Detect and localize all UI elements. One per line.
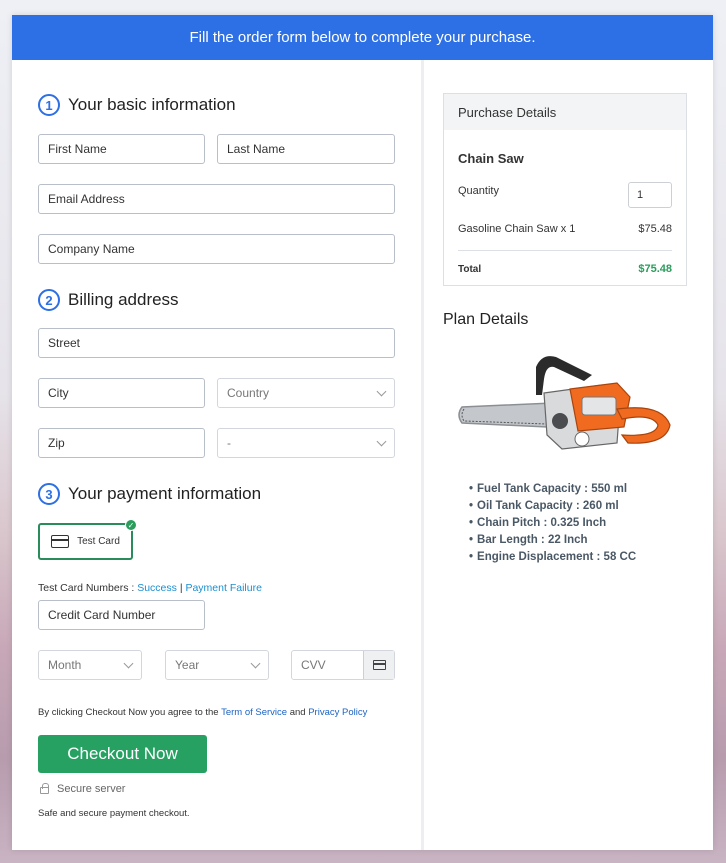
- test-card-numbers: Test Card Numbers : Success | Payment Fa…: [38, 582, 262, 594]
- quantity-input[interactable]: 1: [628, 182, 672, 208]
- city-input[interactable]: City: [38, 378, 205, 408]
- secure-server: Secure server: [40, 783, 125, 795]
- step-number: 3: [38, 483, 60, 505]
- section-billing-title: 2 Billing address: [38, 289, 179, 311]
- plan-details-heading: Plan Details: [443, 311, 529, 328]
- year-select-value: Year: [175, 658, 200, 672]
- step-number: 1: [38, 94, 60, 116]
- month-select-value: Month: [48, 658, 82, 672]
- order-form-page: Fill the order form below to complete yo…: [12, 15, 713, 850]
- lock-icon: [40, 783, 49, 794]
- section-title-text: Billing address: [68, 290, 179, 309]
- test-card-label: Test Card: [77, 536, 120, 547]
- secure-note: Safe and secure payment checkout.: [38, 808, 190, 819]
- street-input[interactable]: Street: [38, 328, 395, 358]
- country-select-value: Country: [227, 386, 270, 400]
- chevron-down-icon: [250, 658, 261, 668]
- link-separator: |: [179, 582, 183, 594]
- company-input[interactable]: Company Name: [38, 234, 395, 264]
- line-item-name: Gasoline Chain Saw x 1: [458, 223, 576, 235]
- product-name: Chain Saw: [458, 151, 672, 166]
- card-icon: [363, 651, 394, 679]
- total-label: Total: [458, 263, 482, 275]
- line-item-price: $75.48: [638, 223, 672, 235]
- line-item-row: Gasoline Chain Saw x 1 $75.48: [458, 223, 672, 235]
- total-value: $75.48: [638, 263, 672, 275]
- cvv-input[interactable]: CVV: [291, 650, 395, 680]
- test-card-option[interactable]: Test Card ✓: [38, 519, 137, 560]
- state-select[interactable]: -: [217, 428, 395, 458]
- year-select[interactable]: Year: [165, 650, 269, 680]
- spec-item: Chain Pitch : 0.325 Inch: [469, 515, 636, 532]
- test-card-numbers-label: Test Card Numbers :: [38, 582, 135, 594]
- terms-of-service-link[interactable]: Term of Service: [221, 707, 287, 718]
- purchase-details-heading: Purchase Details: [444, 94, 686, 130]
- step-number: 2: [38, 289, 60, 311]
- total-row: Total $75.48: [458, 263, 672, 275]
- quantity-label: Quantity: [458, 185, 499, 197]
- checkout-button[interactable]: Checkout Now: [38, 735, 207, 773]
- summary-column: Purchase Details Chain Saw Quantity 1 Ga…: [424, 60, 713, 850]
- chevron-down-icon: [123, 658, 134, 668]
- purchase-details-box: Purchase Details Chain Saw Quantity 1 Ga…: [443, 93, 687, 286]
- chainsaw-image: [458, 356, 671, 450]
- banner: Fill the order form below to complete yo…: [12, 15, 713, 60]
- zip-input[interactable]: Zip: [38, 428, 205, 458]
- month-select[interactable]: Month: [38, 650, 142, 680]
- plan-specs-list: Fuel Tank Capacity : 550 ml Oil Tank Cap…: [469, 481, 636, 566]
- chevron-down-icon: [376, 386, 387, 396]
- payment-failure-link[interactable]: Payment Failure: [185, 582, 261, 594]
- section-basic-info-title: 1 Your basic information: [38, 94, 236, 116]
- card-icon: [51, 535, 70, 548]
- cvv-placeholder: CVV: [301, 658, 326, 672]
- spec-item: Fuel Tank Capacity : 550 ml: [469, 481, 636, 498]
- secure-server-label: Secure server: [57, 783, 126, 795]
- email-input[interactable]: Email Address: [38, 184, 395, 214]
- card-number-input[interactable]: Credit Card Number: [38, 600, 205, 630]
- spec-item: Engine Displacement : 58 CC: [469, 549, 636, 566]
- quantity-row: Quantity 1: [458, 182, 672, 208]
- terms-and: and: [289, 707, 306, 718]
- country-select[interactable]: Country: [217, 378, 395, 408]
- first-name-input[interactable]: First Name: [38, 134, 205, 164]
- state-select-value: -: [227, 436, 231, 450]
- chevron-down-icon: [376, 436, 387, 446]
- summary-divider: [458, 250, 672, 251]
- check-icon: ✓: [125, 519, 137, 531]
- form-column: 1 Your basic information First Name Last…: [12, 60, 421, 850]
- section-payment-title: 3 Your payment information: [38, 483, 261, 505]
- section-title-text: Your basic information: [68, 95, 236, 114]
- terms-prefix: By clicking Checkout Now you agree to th…: [38, 707, 219, 718]
- last-name-input[interactable]: Last Name: [217, 134, 395, 164]
- spec-item: Oil Tank Capacity : 260 ml: [469, 498, 636, 515]
- section-title-text: Your payment information: [68, 484, 262, 503]
- product-name-text: Chain Saw: [458, 151, 524, 166]
- privacy-policy-link[interactable]: Privacy Policy: [308, 707, 367, 718]
- terms-text: By clicking Checkout Now you agree to th…: [38, 707, 367, 718]
- success-link[interactable]: Success: [137, 582, 177, 594]
- spec-item: Bar Length : 22 Inch: [469, 532, 636, 549]
